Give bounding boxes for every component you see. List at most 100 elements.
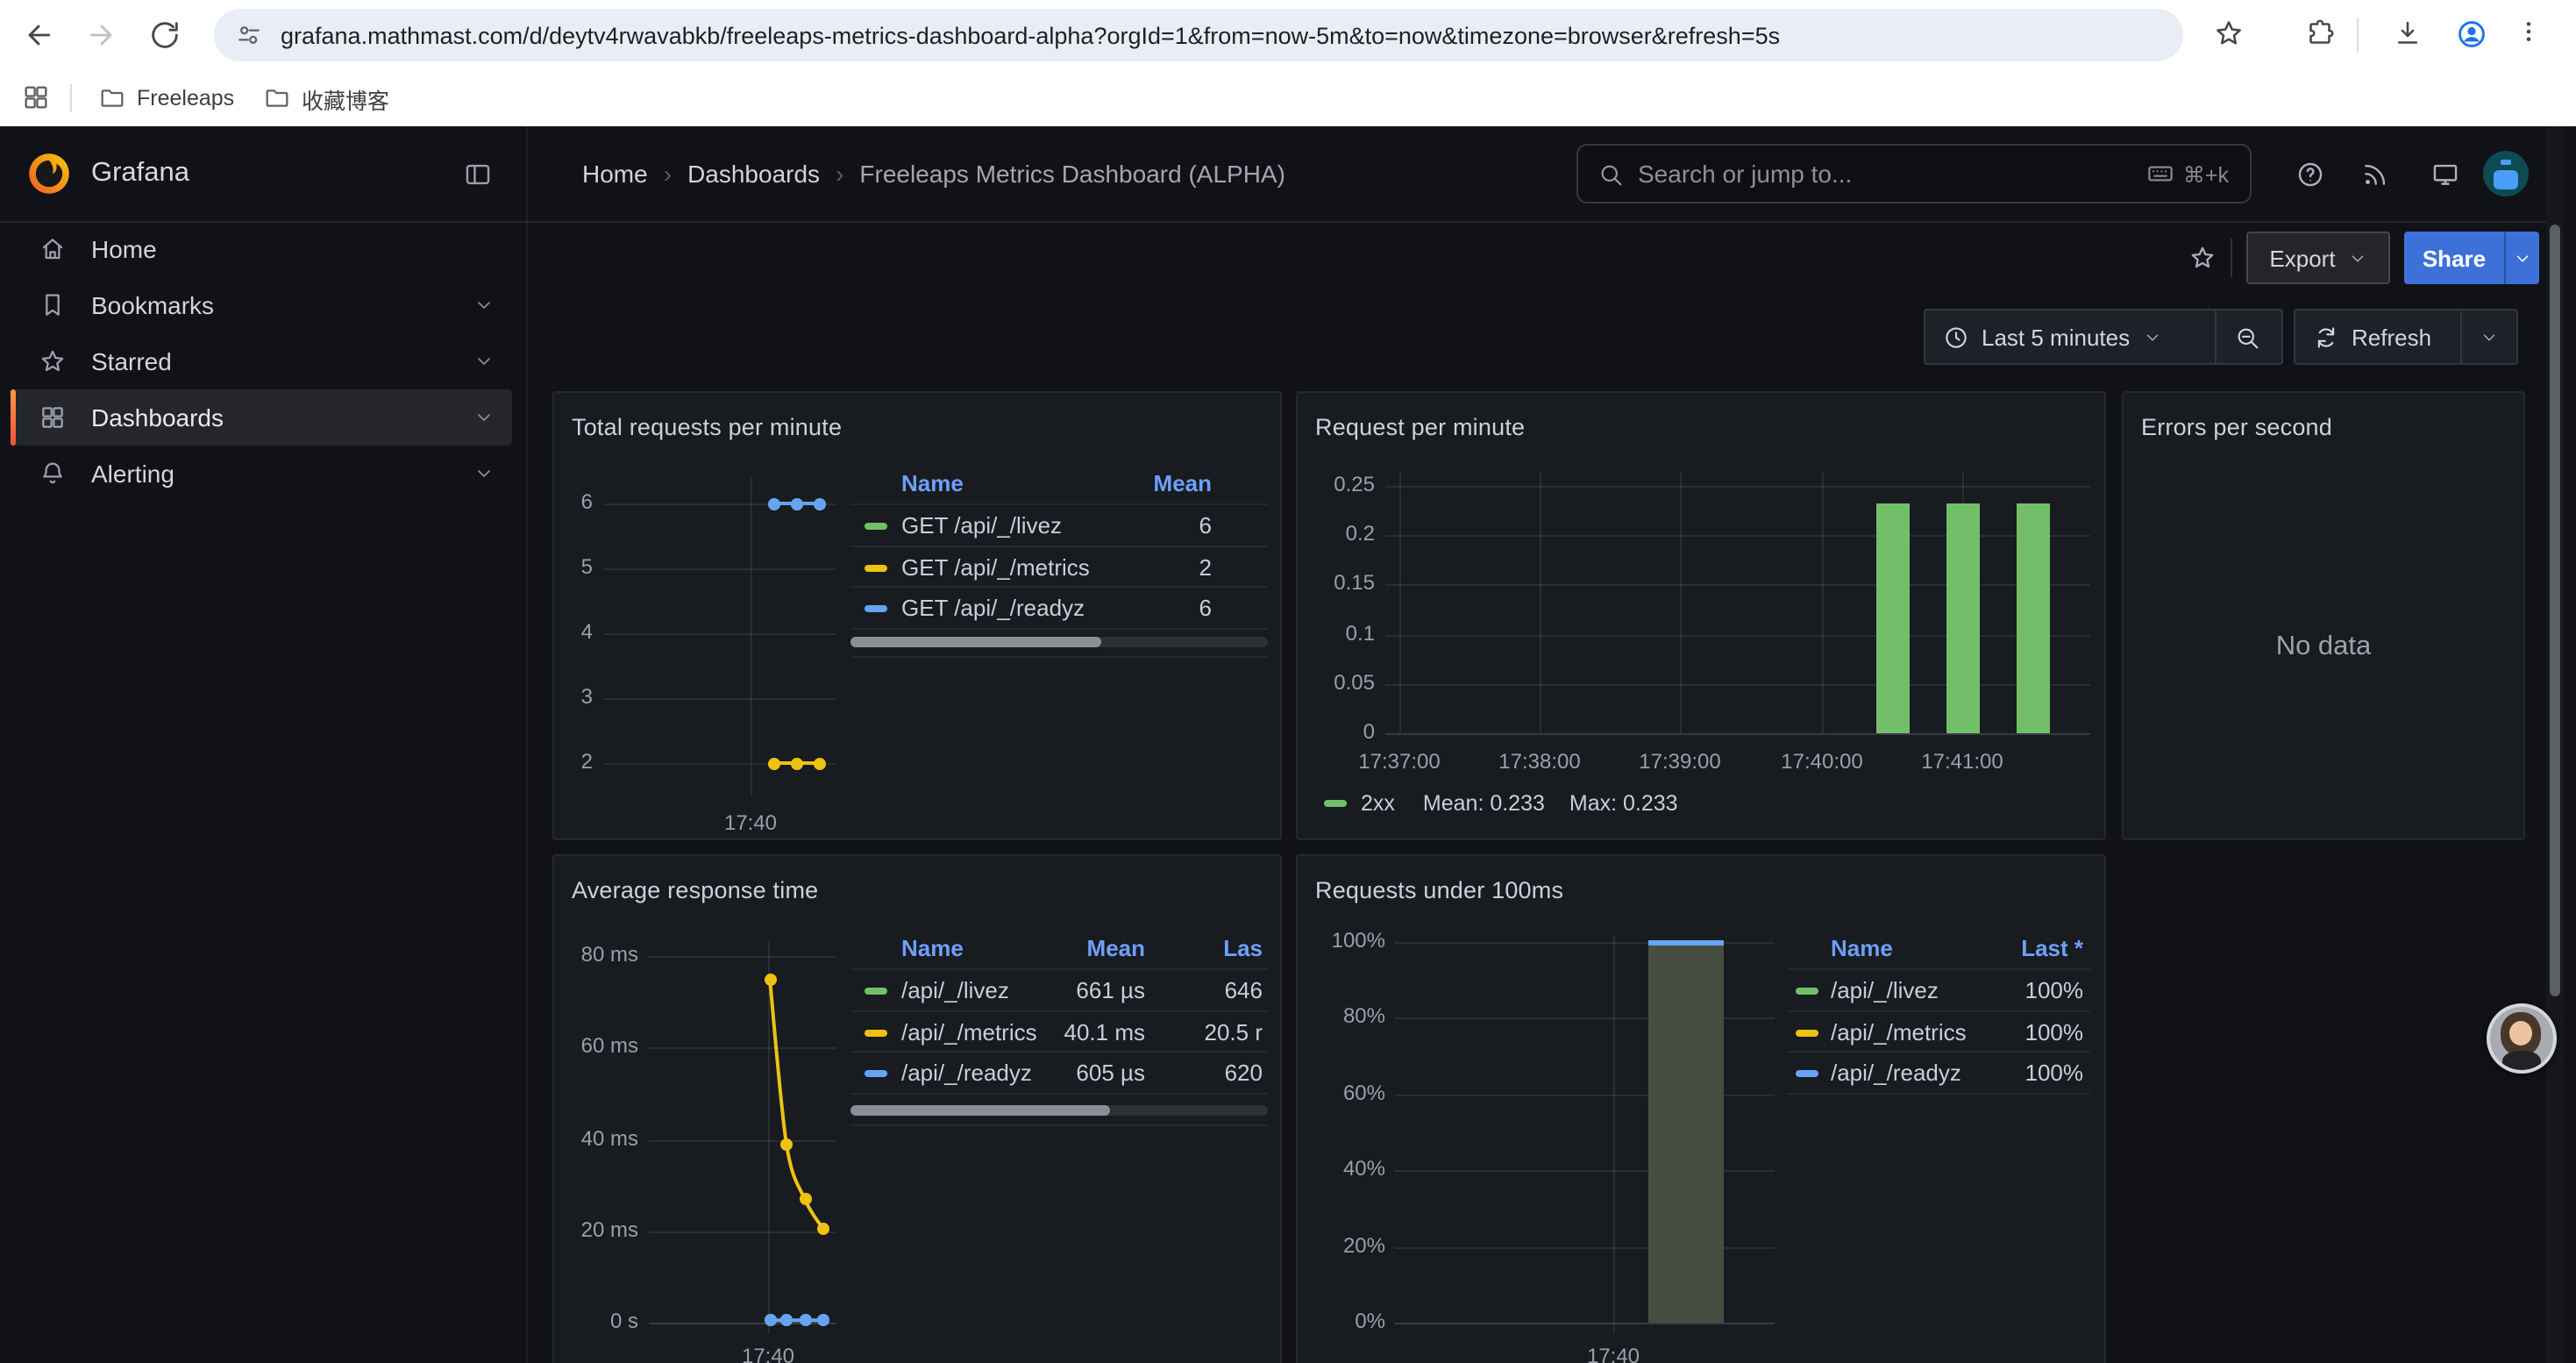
browser-menu-icon[interactable]: [2515, 18, 2543, 46]
refresh-interval-dropdown[interactable]: [2460, 310, 2516, 363]
bookmark-label: 收藏博客: [302, 82, 389, 115]
rss-icon[interactable]: [2360, 160, 2390, 189]
legend-chip: [865, 605, 887, 612]
search-icon: [1598, 161, 1624, 188]
legend-scrollbar-thumb[interactable]: [850, 637, 1101, 647]
legend-header[interactable]: Mean: [984, 470, 1212, 496]
chevron-down-icon[interactable]: [473, 407, 495, 428]
zoom-out-button[interactable]: [2215, 310, 2278, 363]
assistant-avatar-widget[interactable]: [2487, 1003, 2557, 1074]
panel-requests-under-100ms: Requests under 100ms 100%80%60%40%20%0%1…: [1296, 854, 2106, 1363]
url-text[interactable]: grafana.mathmast.com/d/deytv4rwavabkb/fr…: [281, 23, 1780, 49]
user-avatar[interactable]: [2483, 151, 2529, 196]
legend-row[interactable]: /api/_/metrics100%: [1787, 1012, 2090, 1053]
bookmark-star-icon[interactable]: [2213, 18, 2245, 49]
grafana-brand[interactable]: Grafana: [91, 158, 189, 189]
bookmarks-divider: [70, 84, 72, 112]
collapse-sidebar-icon[interactable]: [463, 160, 493, 189]
average-response-time-legend: NameMeanLas/api/_/livez661 µs646/api/_/m…: [554, 856, 1282, 1363]
legend-row[interactable]: /api/_/metrics40.1 ms20.5 r: [850, 1012, 1268, 1053]
share-split-button: Share: [2404, 232, 2539, 284]
page-scrollbar-thumb[interactable]: [2550, 225, 2560, 996]
gridline-v: [1540, 472, 1541, 733]
back-icon[interactable]: [21, 18, 56, 53]
breadcrumb-home[interactable]: Home: [582, 160, 648, 188]
legend-chip: [1796, 1070, 1818, 1077]
browser-toolbar: grafana.mathmast.com/d/deytv4rwavabkb/fr…: [0, 0, 2576, 70]
bar: [1946, 503, 1979, 733]
x-tick-label: 17:40:00: [1761, 749, 1883, 774]
chevron-down-icon: [2142, 327, 2161, 346]
apps-grid-icon[interactable]: [21, 82, 51, 112]
legend-cell: 6: [984, 595, 1212, 621]
legend-row[interactable]: GET /api/_/metrics2: [850, 547, 1268, 588]
share-dropdown-button[interactable]: [2504, 232, 2539, 284]
sidebar-item-dashboards[interactable]: Dashboards: [11, 389, 512, 446]
request-per-minute-chart[interactable]: 0.250.20.150.10.05017:37:0017:38:0017:39…: [1298, 393, 2106, 840]
avatar-glyph: [2494, 170, 2518, 189]
panel-request-per-minute: Request per minute 0.250.20.150.10.05017…: [1296, 391, 2106, 840]
gridline-h: [1385, 486, 2090, 488]
bookmark-folder-blogs[interactable]: 收藏博客: [263, 81, 389, 116]
extensions-icon[interactable]: [2304, 18, 2336, 49]
sidebar-item-bookmarks[interactable]: Bookmarks: [11, 277, 512, 333]
legend-row[interactable]: /api/_/readyz100%: [1787, 1053, 2090, 1094]
legend-separator: [850, 1124, 1268, 1126]
legend-separator: [1787, 968, 2090, 970]
sidebar-item-alerting[interactable]: Alerting: [11, 446, 512, 502]
legend-header[interactable]: Name: [901, 470, 964, 496]
legend-scrollbar-thumb[interactable]: [850, 1105, 1110, 1116]
time-range-picker[interactable]: Last 5 minutes: [1925, 310, 2215, 363]
tune-icon[interactable]: [235, 21, 263, 49]
legend-chip: [865, 1029, 887, 1036]
legend-row[interactable]: GET /api/_/readyz6: [850, 589, 1268, 629]
panel-title[interactable]: Errors per second: [2141, 414, 2332, 440]
sidebar-item-starred[interactable]: Starred: [11, 333, 512, 389]
gridline-v: [1822, 472, 1824, 733]
favorite-star-icon[interactable]: [2188, 244, 2217, 272]
legend-cell: 620: [1035, 1060, 1263, 1086]
sidebar-item-label: Starred: [91, 347, 172, 375]
bookmark-folder-freeleaps[interactable]: Freeleaps: [98, 81, 234, 116]
monitor-icon[interactable]: [2430, 160, 2460, 189]
profile-icon[interactable]: [2455, 18, 2488, 51]
download-icon[interactable]: [2392, 18, 2423, 49]
requests-under-100ms-legend: NameLast */api/_/livez100%/api/_/metrics…: [1298, 856, 2106, 1363]
sidebar-item-home[interactable]: Home: [11, 221, 512, 277]
legend-chip: [1796, 1029, 1818, 1036]
legend-cell: 646: [1035, 977, 1263, 1003]
share-button[interactable]: Share: [2404, 232, 2504, 284]
legend-row[interactable]: /api/_/readyz605 µs620: [850, 1053, 1268, 1094]
refresh-button[interactable]: Refresh: [2295, 310, 2460, 363]
address-bar[interactable]: grafana.mathmast.com/d/deytv4rwavabkb/fr…: [214, 9, 2183, 61]
active-indicator: [11, 389, 16, 446]
help-icon[interactable]: [2295, 160, 2325, 189]
legend-row[interactable]: /api/_/livez100%: [1787, 971, 2090, 1011]
legend-cell: 100%: [1855, 1018, 2083, 1045]
legend-series-name[interactable]: 2xx: [1361, 791, 1395, 816]
request-per-minute-legend[interactable]: 2xx Mean: 0.233 Max: 0.233: [1324, 791, 1678, 816]
sidebar-item-label: Alerting: [91, 460, 174, 488]
export-button[interactable]: Export: [2246, 232, 2390, 284]
search-input[interactable]: Search or jump to... ⌘+k: [1576, 144, 2252, 203]
legend-row[interactable]: /api/_/livez661 µs646: [850, 971, 1268, 1011]
legend-chip: [865, 564, 887, 571]
chevron-down-icon[interactable]: [473, 351, 495, 372]
page-scrollbar[interactable]: [2546, 126, 2564, 1363]
grafana-logo[interactable]: [26, 151, 72, 196]
bar: [1875, 503, 1909, 733]
time-controls: Last 5 minutes: [1924, 309, 2283, 365]
chevron-down-icon[interactable]: [473, 295, 495, 316]
breadcrumb-dashboards[interactable]: Dashboards: [687, 160, 820, 188]
reload-icon[interactable]: [147, 18, 182, 53]
legend-chip: [1324, 800, 1347, 807]
forward-icon[interactable]: [84, 18, 119, 53]
no-data-message: No data: [2124, 632, 2523, 663]
folder-icon: [263, 84, 291, 112]
chevron-down-icon[interactable]: [473, 463, 495, 484]
sidebar-item-label: Home: [91, 235, 157, 263]
bar: [2016, 503, 2049, 733]
legend-row[interactable]: GET /api/_/livez6: [850, 506, 1268, 546]
legend-header[interactable]: Last *: [1855, 935, 2083, 961]
legend-header[interactable]: Las: [1035, 935, 1263, 961]
